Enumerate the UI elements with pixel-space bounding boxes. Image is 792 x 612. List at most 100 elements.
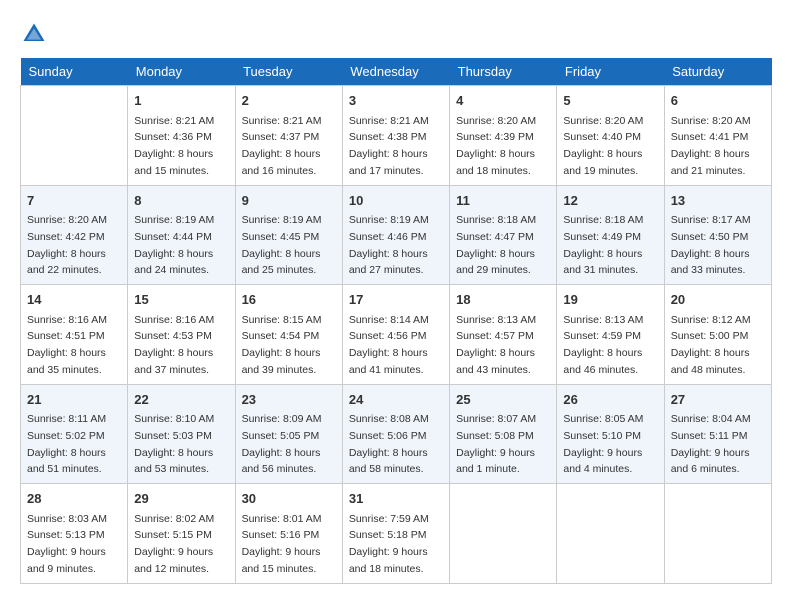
calendar-cell: 31 Sunrise: 7:59 AMSunset: 5:18 PMDaylig… [342, 484, 449, 584]
day-info: Sunrise: 8:03 AMSunset: 5:13 PMDaylight:… [27, 513, 107, 575]
calendar-cell: 18 Sunrise: 8:13 AMSunset: 4:57 PMDaylig… [450, 285, 557, 385]
day-info: Sunrise: 8:18 AMSunset: 4:49 PMDaylight:… [563, 214, 643, 276]
day-info: Sunrise: 8:16 AMSunset: 4:51 PMDaylight:… [27, 314, 107, 376]
day-number: 1 [134, 91, 228, 111]
day-info: Sunrise: 8:10 AMSunset: 5:03 PMDaylight:… [134, 413, 214, 475]
day-number: 28 [27, 489, 121, 509]
logo-icon [20, 20, 48, 48]
calendar-cell: 16 Sunrise: 8:15 AMSunset: 4:54 PMDaylig… [235, 285, 342, 385]
calendar-cell: 24 Sunrise: 8:08 AMSunset: 5:06 PMDaylig… [342, 384, 449, 484]
day-info: Sunrise: 8:13 AMSunset: 4:57 PMDaylight:… [456, 314, 536, 376]
calendar-cell: 23 Sunrise: 8:09 AMSunset: 5:05 PMDaylig… [235, 384, 342, 484]
calendar-cell: 29 Sunrise: 8:02 AMSunset: 5:15 PMDaylig… [128, 484, 235, 584]
day-info: Sunrise: 8:11 AMSunset: 5:02 PMDaylight:… [27, 413, 106, 475]
day-number: 15 [134, 290, 228, 310]
day-info: Sunrise: 8:15 AMSunset: 4:54 PMDaylight:… [242, 314, 322, 376]
day-number: 21 [27, 390, 121, 410]
day-info: Sunrise: 8:13 AMSunset: 4:59 PMDaylight:… [563, 314, 643, 376]
calendar-cell: 25 Sunrise: 8:07 AMSunset: 5:08 PMDaylig… [450, 384, 557, 484]
day-info: Sunrise: 8:05 AMSunset: 5:10 PMDaylight:… [563, 413, 643, 475]
day-info: Sunrise: 8:14 AMSunset: 4:56 PMDaylight:… [349, 314, 429, 376]
day-number: 16 [242, 290, 336, 310]
page-header [20, 20, 772, 48]
day-number: 3 [349, 91, 443, 111]
calendar-header-monday: Monday [128, 58, 235, 86]
calendar-header-tuesday: Tuesday [235, 58, 342, 86]
day-number: 14 [27, 290, 121, 310]
calendar-cell: 12 Sunrise: 8:18 AMSunset: 4:49 PMDaylig… [557, 185, 664, 285]
calendar-cell: 14 Sunrise: 8:16 AMSunset: 4:51 PMDaylig… [21, 285, 128, 385]
calendar-header-thursday: Thursday [450, 58, 557, 86]
calendar-cell: 10 Sunrise: 8:19 AMSunset: 4:46 PMDaylig… [342, 185, 449, 285]
day-number: 24 [349, 390, 443, 410]
day-number: 9 [242, 191, 336, 211]
logo [20, 20, 52, 48]
day-info: Sunrise: 8:19 AMSunset: 4:45 PMDaylight:… [242, 214, 322, 276]
calendar-cell: 19 Sunrise: 8:13 AMSunset: 4:59 PMDaylig… [557, 285, 664, 385]
day-number: 19 [563, 290, 657, 310]
day-number: 20 [671, 290, 765, 310]
day-number: 13 [671, 191, 765, 211]
day-info: Sunrise: 8:20 AMSunset: 4:42 PMDaylight:… [27, 214, 107, 276]
calendar-cell: 7 Sunrise: 8:20 AMSunset: 4:42 PMDayligh… [21, 185, 128, 285]
day-number: 30 [242, 489, 336, 509]
day-info: Sunrise: 8:18 AMSunset: 4:47 PMDaylight:… [456, 214, 536, 276]
day-number: 2 [242, 91, 336, 111]
day-info: Sunrise: 8:02 AMSunset: 5:15 PMDaylight:… [134, 513, 214, 575]
calendar-cell [21, 86, 128, 186]
calendar-cell: 28 Sunrise: 8:03 AMSunset: 5:13 PMDaylig… [21, 484, 128, 584]
day-number: 10 [349, 191, 443, 211]
calendar-header-sunday: Sunday [21, 58, 128, 86]
calendar-cell: 30 Sunrise: 8:01 AMSunset: 5:16 PMDaylig… [235, 484, 342, 584]
day-number: 5 [563, 91, 657, 111]
day-info: Sunrise: 8:20 AMSunset: 4:39 PMDaylight:… [456, 115, 536, 177]
calendar-header-friday: Friday [557, 58, 664, 86]
day-info: Sunrise: 8:21 AMSunset: 4:37 PMDaylight:… [242, 115, 322, 177]
day-info: Sunrise: 8:12 AMSunset: 5:00 PMDaylight:… [671, 314, 751, 376]
calendar-cell: 21 Sunrise: 8:11 AMSunset: 5:02 PMDaylig… [21, 384, 128, 484]
calendar-header-wednesday: Wednesday [342, 58, 449, 86]
day-number: 23 [242, 390, 336, 410]
day-number: 31 [349, 489, 443, 509]
calendar-cell: 13 Sunrise: 8:17 AMSunset: 4:50 PMDaylig… [664, 185, 771, 285]
day-number: 6 [671, 91, 765, 111]
calendar-week-row: 28 Sunrise: 8:03 AMSunset: 5:13 PMDaylig… [21, 484, 772, 584]
day-number: 22 [134, 390, 228, 410]
day-number: 18 [456, 290, 550, 310]
calendar-cell: 4 Sunrise: 8:20 AMSunset: 4:39 PMDayligh… [450, 86, 557, 186]
day-info: Sunrise: 8:16 AMSunset: 4:53 PMDaylight:… [134, 314, 214, 376]
calendar-cell: 22 Sunrise: 8:10 AMSunset: 5:03 PMDaylig… [128, 384, 235, 484]
calendar-cell: 5 Sunrise: 8:20 AMSunset: 4:40 PMDayligh… [557, 86, 664, 186]
day-number: 12 [563, 191, 657, 211]
day-info: Sunrise: 8:20 AMSunset: 4:40 PMDaylight:… [563, 115, 643, 177]
calendar-cell: 2 Sunrise: 8:21 AMSunset: 4:37 PMDayligh… [235, 86, 342, 186]
day-number: 17 [349, 290, 443, 310]
calendar-cell: 6 Sunrise: 8:20 AMSunset: 4:41 PMDayligh… [664, 86, 771, 186]
day-number: 25 [456, 390, 550, 410]
calendar-week-row: 1 Sunrise: 8:21 AMSunset: 4:36 PMDayligh… [21, 86, 772, 186]
day-number: 4 [456, 91, 550, 111]
calendar-week-row: 14 Sunrise: 8:16 AMSunset: 4:51 PMDaylig… [21, 285, 772, 385]
calendar-week-row: 7 Sunrise: 8:20 AMSunset: 4:42 PMDayligh… [21, 185, 772, 285]
day-info: Sunrise: 8:01 AMSunset: 5:16 PMDaylight:… [242, 513, 322, 575]
day-number: 27 [671, 390, 765, 410]
day-info: Sunrise: 8:07 AMSunset: 5:08 PMDaylight:… [456, 413, 536, 475]
day-info: Sunrise: 8:21 AMSunset: 4:36 PMDaylight:… [134, 115, 214, 177]
day-info: Sunrise: 8:19 AMSunset: 4:44 PMDaylight:… [134, 214, 214, 276]
calendar-cell: 26 Sunrise: 8:05 AMSunset: 5:10 PMDaylig… [557, 384, 664, 484]
day-info: Sunrise: 8:08 AMSunset: 5:06 PMDaylight:… [349, 413, 429, 475]
calendar-cell: 27 Sunrise: 8:04 AMSunset: 5:11 PMDaylig… [664, 384, 771, 484]
calendar-header-row: SundayMondayTuesdayWednesdayThursdayFrid… [21, 58, 772, 86]
day-number: 8 [134, 191, 228, 211]
calendar-cell: 1 Sunrise: 8:21 AMSunset: 4:36 PMDayligh… [128, 86, 235, 186]
day-info: Sunrise: 8:04 AMSunset: 5:11 PMDaylight:… [671, 413, 751, 475]
calendar-cell: 11 Sunrise: 8:18 AMSunset: 4:47 PMDaylig… [450, 185, 557, 285]
day-info: Sunrise: 8:17 AMSunset: 4:50 PMDaylight:… [671, 214, 751, 276]
calendar-week-row: 21 Sunrise: 8:11 AMSunset: 5:02 PMDaylig… [21, 384, 772, 484]
calendar-cell: 17 Sunrise: 8:14 AMSunset: 4:56 PMDaylig… [342, 285, 449, 385]
calendar-cell: 3 Sunrise: 8:21 AMSunset: 4:38 PMDayligh… [342, 86, 449, 186]
calendar-cell: 20 Sunrise: 8:12 AMSunset: 5:00 PMDaylig… [664, 285, 771, 385]
calendar-cell [450, 484, 557, 584]
calendar-cell [664, 484, 771, 584]
calendar-cell: 9 Sunrise: 8:19 AMSunset: 4:45 PMDayligh… [235, 185, 342, 285]
